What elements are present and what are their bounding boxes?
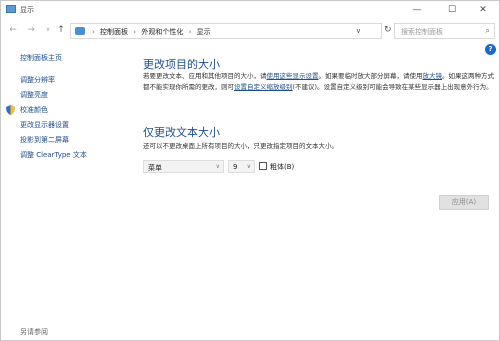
breadcrumb: › 控制面板 › 外观和个性化 › 显示 xyxy=(89,27,211,37)
help-icon[interactable]: ? xyxy=(485,44,496,55)
breadcrumb-control-panel[interactable]: 控制面板 xyxy=(100,28,128,36)
para-text: 。如果要临时放大部分屏幕，请使用 xyxy=(318,72,423,80)
size-select-value: 9 xyxy=(233,163,238,171)
close-button[interactable]: ✕ xyxy=(469,1,497,19)
forward-arrow-icon[interactable]: → xyxy=(25,24,37,36)
recent-locations-chevron-icon[interactable]: ∨ xyxy=(42,24,54,36)
item-select-value: 菜单 xyxy=(148,164,162,172)
address-bar[interactable]: › 控制面板 › 外观和个性化 › 显示 ∨ xyxy=(70,23,382,39)
search-placeholder: 搜索控制面板 xyxy=(401,28,443,36)
chevron-down-icon: ∨ xyxy=(215,163,220,170)
size-select[interactable]: 9 ∨ xyxy=(228,160,255,173)
text-size-description: 还可以不更改桌面上所有项目的大小，只更改指定项目的文本大小。 xyxy=(143,142,338,150)
title-bar: 显示 — ☐ ✕ xyxy=(1,1,499,19)
up-arrow-icon[interactable]: ↑ xyxy=(55,24,67,36)
back-arrow-icon[interactable]: ← xyxy=(7,24,19,36)
sidebar: 控制面板主页 调整分辨率 调整亮度 校准颜色 更改显示器设置 投影到第二屏幕 调… xyxy=(1,43,131,341)
window-title: 显示 xyxy=(20,6,34,14)
sidebar-item-project-second-screen[interactable]: 投影到第二屏幕 xyxy=(20,135,69,145)
display-settings-link[interactable]: 使用这些显示设置 xyxy=(267,72,319,80)
minimize-button[interactable]: — xyxy=(403,1,431,19)
search-input[interactable]: 搜索控制面板 ⌕ xyxy=(394,23,495,39)
chevron-down-icon: ∨ xyxy=(246,163,251,170)
sidebar-item-cleartype[interactable]: 调整 ClearType 文本 xyxy=(20,150,87,160)
apply-button[interactable]: 应用(A) xyxy=(439,195,489,210)
item-select[interactable]: 菜单 ∨ xyxy=(143,160,224,173)
navigation-bar: ← → ∨ ↑ › 控制面板 › 外观和个性化 › 显示 ∨ ↻ 搜索控制面板 … xyxy=(1,20,499,42)
refresh-icon[interactable]: ↻ xyxy=(384,25,392,35)
maximize-button[interactable]: ☐ xyxy=(438,1,466,19)
address-dropdown-icon[interactable]: ∨ xyxy=(356,27,361,35)
breadcrumb-display[interactable]: 显示 xyxy=(197,28,211,36)
magnifier-link[interactable]: 放大镜 xyxy=(423,72,443,80)
see-also-heading: 另请参阅 xyxy=(20,328,48,336)
breadcrumb-separator: › xyxy=(92,28,95,36)
sidebar-item-brightness[interactable]: 调整亮度 xyxy=(20,90,48,100)
breadcrumb-appearance[interactable]: 外观和个性化 xyxy=(141,28,183,36)
description-paragraph: 若要更改文本、应用和其他项目的大小，请使用这些显示设置。如果要临时放大部分屏幕，… xyxy=(143,71,495,93)
change-text-size-heading: 仅更改文本大小 xyxy=(143,126,220,139)
sidebar-item-resolution[interactable]: 调整分辨率 xyxy=(20,75,55,85)
sidebar-item-calibrate-color[interactable]: 校准颜色 xyxy=(20,105,48,115)
shield-icon xyxy=(6,105,15,115)
breadcrumb-separator: › xyxy=(188,28,192,36)
para-text: (不建议)。设置自定义级别可能会导致在某些显示器上出现意外行为。 xyxy=(292,83,493,91)
breadcrumb-separator: › xyxy=(133,28,137,36)
sidebar-item-display-settings[interactable]: 更改显示器设置 xyxy=(20,120,69,130)
bold-checkbox[interactable] xyxy=(259,162,267,170)
display-app-icon xyxy=(6,5,16,13)
control-panel-icon xyxy=(75,27,85,35)
change-item-size-heading: 更改项目的大小 xyxy=(143,58,220,71)
bold-checkbox-label[interactable]: 粗体(B) xyxy=(270,162,294,172)
search-icon[interactable]: ⌕ xyxy=(486,26,490,36)
custom-scaling-link[interactable]: 设置自定义缩放级别 xyxy=(234,83,293,91)
display-window: 显示 — ☐ ✕ ← → ∨ ↑ › 控制面板 › 外观和个性化 › 显示 ∨ … xyxy=(0,0,500,341)
sidebar-item-home[interactable]: 控制面板主页 xyxy=(20,53,62,63)
para-text: 若要更改文本、应用和其他项目的大小，请 xyxy=(143,72,267,80)
